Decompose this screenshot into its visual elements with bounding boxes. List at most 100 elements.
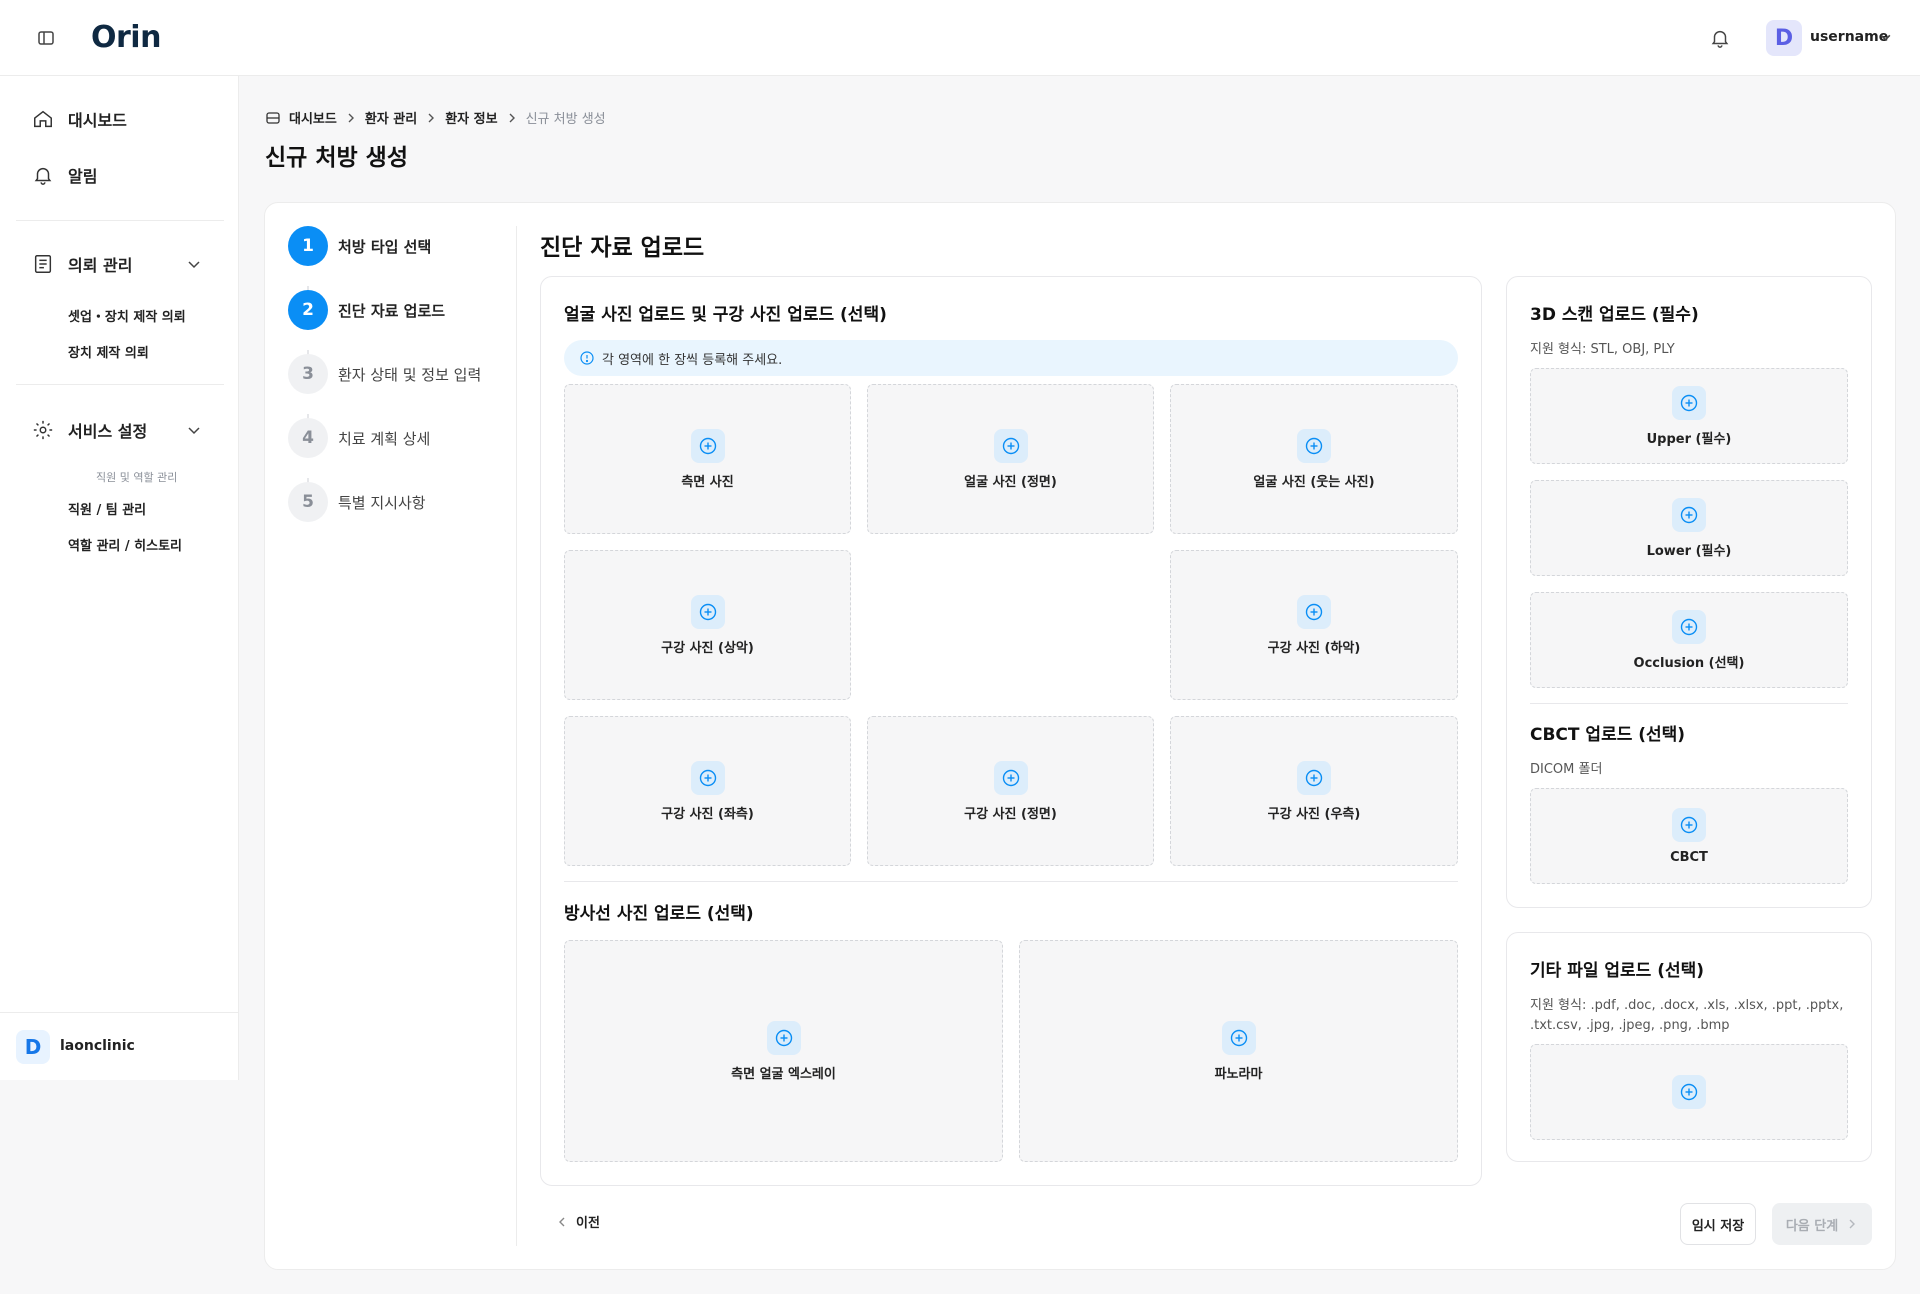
- cbct-upload-title: CBCT 업로드 (선택): [1530, 725, 1686, 745]
- username-label[interactable]: username: [1810, 29, 1888, 45]
- step-2[interactable]: 2 진단 자료 업로드: [288, 290, 445, 330]
- other-formats-line2: .txt.csv, .jpg, .jpeg, .png, .bmp: [1530, 1018, 1730, 1033]
- scan-formats: 지원 형식: STL, OBJ, PLY: [1530, 342, 1675, 357]
- breadcrumb-dashboard[interactable]: 대시보드: [289, 108, 337, 127]
- sidebar-group-settings[interactable]: 서비스 설정: [32, 418, 147, 442]
- add-icon: [766, 1020, 801, 1055]
- upload-slot-label: 구강 사진 (상악): [661, 640, 754, 656]
- breadcrumb-current: 신규 처방 생성: [525, 112, 606, 127]
- breadcrumb-patients[interactable]: 환자 관리: [365, 108, 417, 127]
- upload-slot-label: 측면 얼굴 엑스레이: [731, 1066, 836, 1082]
- chevron-down-icon[interactable]: [186, 256, 202, 272]
- user-avatar[interactable]: D: [1766, 20, 1802, 56]
- other-files-title: 기타 파일 업로드 (선택): [1530, 961, 1705, 981]
- step-label: 치료 계획 상세: [338, 429, 431, 448]
- upload-slot-face-front[interactable]: 얼굴 사진 (정면): [867, 384, 1154, 534]
- chevron-right-icon: [1849, 1219, 1856, 1229]
- upload-slot-label: 구강 사진 (정면): [964, 806, 1057, 822]
- chevron-right-icon: [428, 113, 435, 122]
- sidebar-toggle-icon[interactable]: [36, 28, 56, 48]
- add-icon: [1297, 594, 1331, 629]
- save-draft-button[interactable]: 임시 저장: [1680, 1203, 1756, 1245]
- panel-divider: [1530, 703, 1848, 704]
- step-number: 4: [288, 418, 328, 458]
- sidebar-item-dashboard[interactable]: 대시보드: [32, 107, 127, 131]
- chevron-down-icon[interactable]: [186, 422, 202, 438]
- next-step-button[interactable]: 다음 단계: [1772, 1203, 1872, 1245]
- sidebar-item-staff[interactable]: 직원 / 팀 관리: [68, 499, 146, 518]
- upload-slot-label: 파노라마: [1214, 1066, 1263, 1082]
- notification-bell-icon[interactable]: [1709, 27, 1731, 49]
- upload-slot-other[interactable]: [1530, 1044, 1848, 1140]
- upload-slot-upper[interactable]: Upper (필수): [1530, 368, 1848, 464]
- upload-slot-label: 구강 사진 (하악): [1267, 640, 1361, 656]
- upload-slot-occlusion[interactable]: Occlusion (선택): [1530, 592, 1848, 688]
- step-4[interactable]: 4 치료 계획 상세: [288, 418, 430, 458]
- sidebar-item-roles[interactable]: 역할 관리 / 히스토리: [68, 535, 182, 554]
- sidebar-item-device-request[interactable]: 장치 제작 의뢰: [68, 342, 149, 361]
- other-formats-line1: 지원 형식: .pdf, .doc, .docx, .xls, .xlsx, .…: [1530, 998, 1844, 1013]
- upload-slot-panorama[interactable]: 파노라마: [1019, 940, 1458, 1162]
- breadcrumb-patient-info[interactable]: 환자 정보: [445, 108, 497, 127]
- step-number: 1: [288, 226, 328, 266]
- add-icon: [1672, 609, 1706, 644]
- upload-slot-label: 구강 사진 (우측): [1267, 806, 1361, 822]
- scan-upload-title: 3D 스캔 업로드 (필수): [1530, 305, 1699, 325]
- sidebar-item-label: 대시보드: [68, 111, 127, 130]
- upload-slot-oral-right[interactable]: 구강 사진 (우측): [1170, 716, 1458, 866]
- chevron-right-icon: [509, 113, 515, 122]
- upload-slot-side-photo[interactable]: 측면 사진: [564, 384, 851, 534]
- upload-notice: 각 영역에 한 장씩 등록해 주세요.: [564, 340, 1458, 376]
- add-icon: [1221, 1020, 1256, 1055]
- upload-slot-label: 구강 사진 (좌측): [661, 806, 754, 822]
- upload-slot-face-smile[interactable]: 얼굴 사진 (웃는 사진): [1170, 384, 1458, 534]
- clinic-avatar: D: [16, 1030, 50, 1064]
- sidebar-item-setup-request[interactable]: 셋업・장치 제작 의뢰: [68, 306, 186, 325]
- upload-slot-oral-upper[interactable]: 구강 사진 (상악): [564, 550, 851, 700]
- add-icon: [1297, 760, 1331, 795]
- sidebar-group-requests[interactable]: 의뢰 관리: [32, 252, 132, 276]
- sidebar-item-alerts[interactable]: 알림: [32, 163, 97, 187]
- sidebar-caption: 직원 및 역할 관리: [96, 471, 178, 484]
- upload-slot-cbct[interactable]: CBCT: [1530, 788, 1848, 884]
- step-5[interactable]: 5 특별 지시사항: [288, 482, 426, 522]
- next-label: 다음 단계: [1785, 1218, 1839, 1234]
- sidebar-item-label: 알림: [68, 167, 98, 186]
- cbct-formats: DICOM 폴더: [1530, 762, 1603, 777]
- previous-label: 이전: [576, 1215, 600, 1230]
- panel-divider: [564, 881, 1458, 882]
- info-icon: [580, 351, 594, 365]
- step-label: 진단 자료 업로드: [338, 301, 446, 320]
- step-number: 2: [288, 290, 328, 330]
- upload-slot-label: CBCT: [1670, 849, 1708, 865]
- upload-slot-oral-front[interactable]: 구강 사진 (정면): [867, 716, 1154, 866]
- stepper-divider: [516, 226, 517, 1246]
- upload-slot-oral-lower[interactable]: 구강 사진 (하악): [1170, 550, 1458, 700]
- previous-button[interactable]: 이전: [556, 1212, 600, 1231]
- breadcrumb: 대시보드 환자 관리 환자 정보 신규 처방 생성: [265, 108, 606, 127]
- sidebar-group-label: 의뢰 관리: [68, 256, 133, 275]
- step-3[interactable]: 3 환자 상태 및 정보 입력: [288, 354, 481, 394]
- breadcrumb-home-icon: [266, 111, 280, 124]
- add-icon: [1672, 1075, 1706, 1109]
- add-icon: [993, 760, 1028, 795]
- chevron-down-icon[interactable]: [1879, 31, 1892, 44]
- upload-slot-oral-left[interactable]: 구강 사진 (좌측): [564, 716, 851, 866]
- page-title: 신규 처방 생성: [265, 145, 408, 171]
- step-1[interactable]: 1 처방 타입 선택: [288, 226, 431, 266]
- add-icon: [1672, 385, 1706, 420]
- upload-slot-label: 측면 사진: [681, 474, 734, 490]
- add-icon: [1672, 807, 1706, 842]
- upload-slot-label: Occlusion (선택): [1633, 655, 1745, 671]
- app-logo[interactable]: Orin: [91, 20, 161, 55]
- add-icon: [1672, 497, 1706, 532]
- upload-slot-lower[interactable]: Lower (필수): [1530, 480, 1848, 576]
- add-icon: [690, 760, 725, 795]
- sidebar-footer[interactable]: D laonclinic: [0, 1012, 239, 1080]
- upload-slot-label: Lower (필수): [1646, 543, 1732, 559]
- clinic-name: laonclinic: [60, 1038, 135, 1054]
- upload-slot-ceph-xray[interactable]: 측면 얼굴 엑스레이: [564, 940, 1003, 1162]
- upload-slot-label: 얼굴 사진 (정면): [964, 474, 1057, 490]
- step-label: 환자 상태 및 정보 입력: [338, 365, 482, 384]
- notice-text: 각 영역에 한 장씩 등록해 주세요.: [602, 352, 783, 368]
